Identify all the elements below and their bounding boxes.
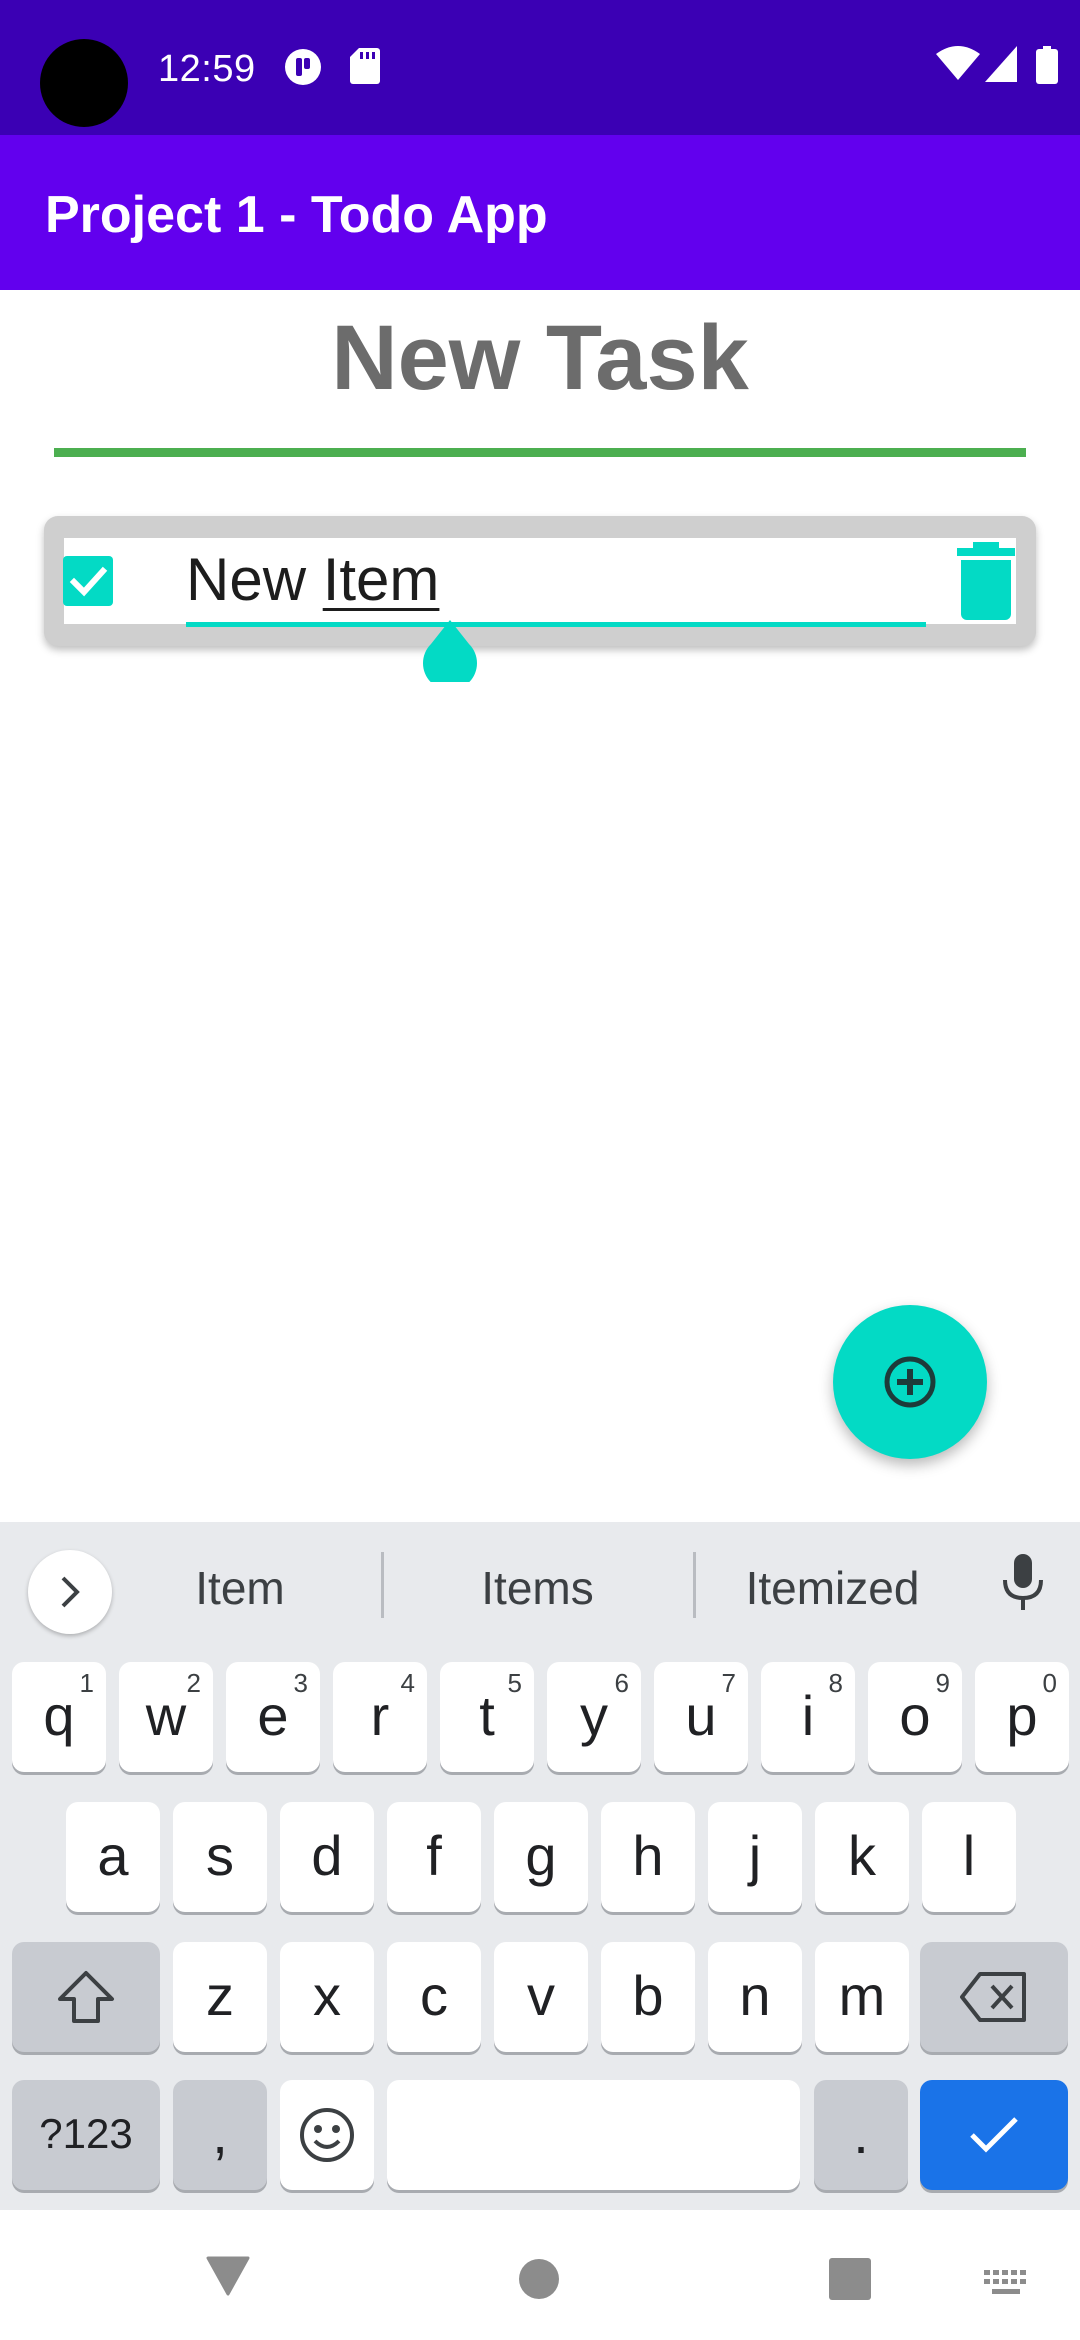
- shift-icon: [58, 1971, 114, 2023]
- status-bar: 12:59: [0, 0, 1080, 135]
- wifi-icon: [936, 46, 980, 80]
- key-d[interactable]: d: [280, 1802, 374, 1912]
- app-title: Project 1 - Todo App: [45, 186, 548, 244]
- task-field-underline: [186, 622, 926, 627]
- key-j[interactable]: j: [708, 1802, 802, 1912]
- task-text-field[interactable]: New Item: [186, 540, 926, 630]
- key-t[interactable]: t5: [440, 1662, 534, 1772]
- microphone-icon[interactable]: [1000, 1552, 1046, 1612]
- cell-signal-icon: [985, 46, 1017, 82]
- task-text-plain: New: [186, 546, 323, 613]
- page-title: New Task: [331, 307, 749, 409]
- key-x[interactable]: x: [280, 1942, 374, 2052]
- title-divider: [54, 448, 1026, 457]
- key-c[interactable]: c: [387, 1942, 481, 2052]
- key-w[interactable]: w2: [119, 1662, 213, 1772]
- add-circle-icon: [884, 1356, 936, 1408]
- home-icon[interactable]: [518, 2258, 560, 2300]
- checkbox-icon: [69, 566, 108, 597]
- emoji-key[interactable]: [280, 2080, 374, 2190]
- key-i[interactable]: i8: [761, 1662, 855, 1772]
- sd-card-icon: [350, 48, 380, 84]
- comma-key[interactable]: ,: [173, 2080, 267, 2190]
- key-r[interactable]: r4: [333, 1662, 427, 1772]
- task-text-composing: Item: [322, 546, 440, 613]
- key-l[interactable]: l: [922, 1802, 1016, 1912]
- key-o[interactable]: o9: [868, 1662, 962, 1772]
- check-icon: [970, 2117, 1018, 2153]
- recents-icon[interactable]: [829, 2258, 871, 2300]
- app-bar: Project 1 - Todo App: [0, 135, 1080, 290]
- task-checkbox[interactable]: [63, 556, 113, 606]
- navigation-bar: [0, 2210, 1080, 2340]
- key-k[interactable]: k: [815, 1802, 909, 1912]
- key-e[interactable]: e3: [226, 1662, 320, 1772]
- symbols-key[interactable]: ?123: [12, 2080, 160, 2190]
- add-task-button[interactable]: [833, 1305, 987, 1459]
- keyboard-switch-icon[interactable]: [984, 2270, 1028, 2296]
- battery-icon: [1036, 46, 1058, 84]
- key-g[interactable]: g: [494, 1802, 588, 1912]
- trash-icon[interactable]: [955, 542, 1017, 620]
- backspace-key[interactable]: [920, 1942, 1068, 2052]
- camera-cutout: [40, 39, 128, 127]
- key-h[interactable]: h: [601, 1802, 695, 1912]
- enter-key[interactable]: [920, 2080, 1068, 2190]
- suggestion-separator: [381, 1552, 384, 1618]
- expand-suggestions-button[interactable]: [28, 1550, 112, 1634]
- key-u[interactable]: u7: [654, 1662, 748, 1772]
- task-text: New Item: [186, 540, 439, 620]
- app-notification-icon: [285, 49, 321, 85]
- chevron-right-icon: [61, 1576, 80, 1608]
- key-v[interactable]: v: [494, 1942, 588, 2052]
- key-y[interactable]: y6: [547, 1662, 641, 1772]
- suggestion-3[interactable]: Itemized: [720, 1558, 945, 1618]
- space-key[interactable]: [387, 2080, 800, 2190]
- back-icon[interactable]: [206, 2256, 250, 2296]
- key-s[interactable]: s: [173, 1802, 267, 1912]
- cursor-handle[interactable]: [423, 620, 477, 682]
- suggestion-separator: [693, 1552, 696, 1618]
- suggestion-2[interactable]: Items: [430, 1558, 645, 1618]
- key-p[interactable]: p0: [975, 1662, 1069, 1772]
- key-n[interactable]: n: [708, 1942, 802, 2052]
- emoji-icon: [300, 2108, 354, 2162]
- key-z[interactable]: z: [173, 1942, 267, 2052]
- key-m[interactable]: m: [815, 1942, 909, 2052]
- shift-key[interactable]: [12, 1942, 160, 2052]
- key-f[interactable]: f: [387, 1802, 481, 1912]
- suggestion-1[interactable]: Item: [150, 1558, 330, 1618]
- soft-keyboard: Item Items Itemized q1 w2 e3 r4 t5 y6 u7…: [0, 1522, 1080, 2210]
- backspace-icon: [960, 1972, 1026, 2022]
- key-a[interactable]: a: [66, 1802, 160, 1912]
- status-time: 12:59: [158, 48, 256, 90]
- key-q[interactable]: q1: [12, 1662, 106, 1772]
- key-b[interactable]: b: [601, 1942, 695, 2052]
- period-key[interactable]: .: [814, 2080, 908, 2190]
